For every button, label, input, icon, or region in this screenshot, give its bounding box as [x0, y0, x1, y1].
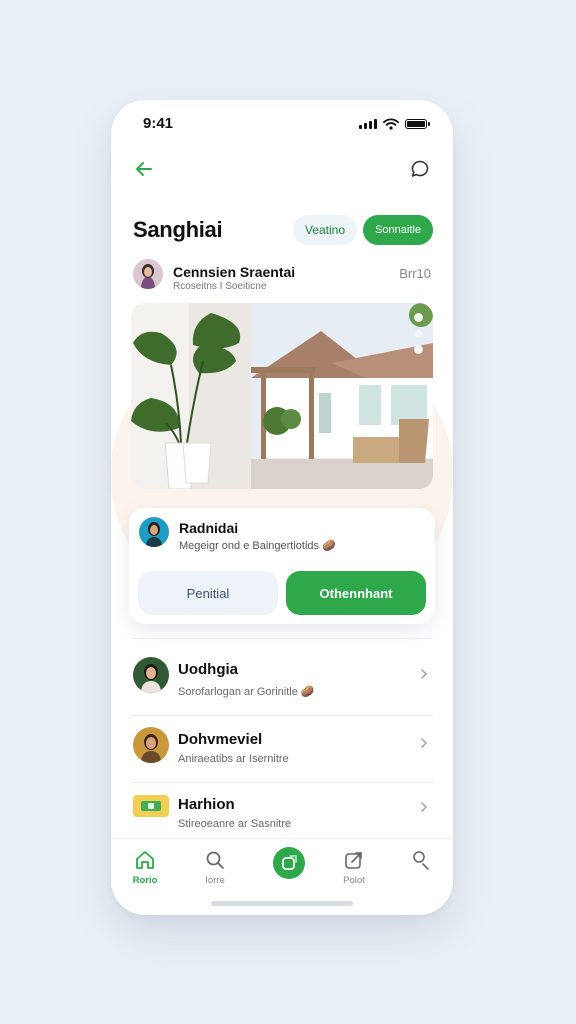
- tab-profile[interactable]: [395, 849, 445, 871]
- list-item[interactable]: Harhion Stireoeanre ar Sasnitre: [131, 783, 433, 841]
- home-indicator: [211, 901, 353, 906]
- tab-home[interactable]: Rorio: [120, 849, 170, 886]
- list-item-avatar: [133, 657, 169, 693]
- list-item-subtitle: Stireoeanre ar Sasnitre: [178, 818, 292, 830]
- compose-button[interactable]: [273, 847, 305, 879]
- search-icon: [206, 851, 224, 869]
- filter-pill-primary[interactable]: Sonnaitle: [363, 215, 433, 245]
- profile-icon: [413, 851, 429, 870]
- chat-bubble-icon[interactable]: [407, 156, 433, 182]
- list-item[interactable]: Uodhgia Sorofarlogan ar Gorinitle 🥔: [131, 639, 433, 715]
- list-item-subtitle: Aniraeatibs ar Isernitre: [178, 753, 289, 765]
- phone-frame: 9:41 Sanghiai Veatino Sonnaitle Cennsien…: [111, 100, 453, 915]
- carousel-dot[interactable]: [415, 330, 422, 337]
- list-item-subtitle: Sorofarlogan ar Gorinitle 🥔: [178, 685, 315, 698]
- card-name: Radnidai: [179, 520, 239, 536]
- chevron-right-icon: [421, 802, 428, 812]
- card-avatar[interactable]: [139, 517, 169, 547]
- status-bar: 9:41: [111, 100, 453, 148]
- tab-share[interactable]: Polot: [329, 849, 379, 886]
- chevron-right-icon: [421, 738, 428, 748]
- list-item-title: Dohvmeviel: [178, 731, 263, 748]
- carousel-dots[interactable]: [414, 313, 423, 354]
- ticket-icon: [133, 795, 169, 817]
- contact-list: Uodhgia Sorofarlogan ar Gorinitle 🥔 Dohv…: [131, 638, 433, 841]
- status-icons: [359, 118, 430, 130]
- list-item-title: Harhion: [178, 796, 235, 813]
- share-icon: [345, 852, 362, 869]
- card-subtitle: Megeigr ond e Baingertiotids 🥔: [179, 539, 336, 552]
- tab-label: Rorio: [132, 875, 158, 886]
- home-icon: [136, 851, 154, 869]
- primary-action-button[interactable]: Othennhant: [286, 571, 426, 615]
- post-time: Brr10: [399, 266, 431, 281]
- battery-icon: [405, 119, 430, 129]
- filter-pill-secondary[interactable]: Veatino: [293, 215, 357, 245]
- status-time: 9:41: [143, 115, 174, 132]
- tab-label: Polot: [343, 875, 365, 886]
- secondary-action-button[interactable]: Penitial: [138, 571, 278, 615]
- list-item[interactable]: Dohvmeviel Aniraeatibs ar Isernitre: [131, 716, 433, 782]
- potato-emoji-icon: 🥔: [322, 540, 336, 552]
- potato-emoji-icon: 🥔: [300, 686, 315, 698]
- compose-icon: [282, 855, 297, 870]
- post-author-name[interactable]: Cennsien Sraentai: [173, 264, 295, 280]
- tab-label: Iorre: [205, 875, 225, 886]
- wifi-icon: [383, 118, 399, 130]
- carousel-dot[interactable]: [414, 345, 423, 354]
- list-item-title: Uodhgia: [178, 661, 238, 678]
- card-subtitle-text: Megeigr ond e Baingertiotids: [179, 540, 320, 552]
- post-author-avatar[interactable]: [133, 259, 163, 289]
- chevron-right-icon: [421, 669, 428, 679]
- carousel-dot[interactable]: [414, 313, 423, 322]
- list-item-subtitle-text: Sorofarlogan ar Gorinitle: [178, 686, 298, 698]
- tab-search[interactable]: Iorre: [190, 849, 240, 886]
- action-card: Radnidai Megeigr ond e Baingertiotids 🥔 …: [129, 508, 435, 624]
- post-subtitle: Rcoseitns I Soeiticne: [173, 281, 267, 292]
- signal-icon: [359, 119, 377, 129]
- post-photo[interactable]: [131, 303, 433, 489]
- list-item-avatar: [133, 727, 169, 763]
- bottom-tab-bar: Rorio Iorre Polot: [111, 838, 453, 898]
- page-title: Sanghiai: [133, 217, 223, 242]
- back-arrow-icon[interactable]: [131, 156, 157, 182]
